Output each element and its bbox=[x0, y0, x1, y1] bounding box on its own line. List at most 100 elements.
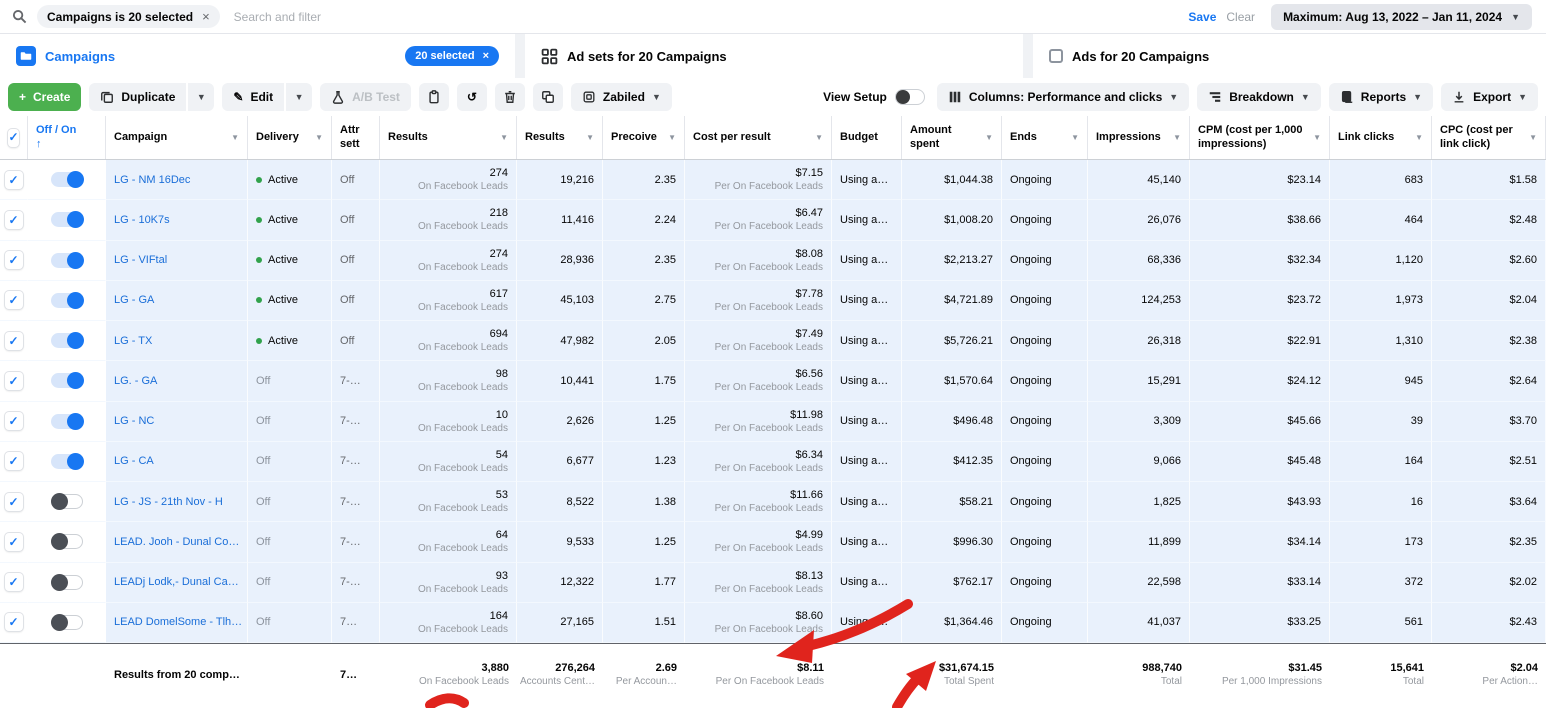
column-header-budget[interactable]: Budget bbox=[832, 116, 902, 159]
rules-dropdown[interactable]: Zabiled ▼ bbox=[571, 83, 672, 111]
selected-count-badge[interactable]: 20 selected × bbox=[405, 46, 499, 66]
date-range-selector[interactable]: Maximum: Aug 13, 2022 – Jan 11, 2024 ▼ bbox=[1271, 4, 1532, 30]
filter-chip[interactable]: Campaigns is 20 selected × bbox=[37, 5, 220, 28]
create-button[interactable]: + Create bbox=[8, 83, 81, 111]
row-checkbox[interactable]: ✓ bbox=[0, 522, 28, 562]
column-header-amount-spent[interactable]: Amount spent▼ bbox=[902, 116, 1002, 159]
row-toggle[interactable] bbox=[51, 575, 83, 590]
close-icon[interactable]: × bbox=[483, 50, 489, 62]
campaign-name-link[interactable]: LG - NC bbox=[114, 415, 239, 427]
campaign-name-link[interactable]: LG - 10K7s bbox=[114, 214, 239, 226]
breakdown-dropdown[interactable]: Breakdown ▼ bbox=[1197, 83, 1321, 111]
campaign-name-link[interactable]: LG - GA bbox=[114, 294, 239, 306]
row-toggle[interactable] bbox=[51, 373, 83, 388]
attr-setting-value: Off bbox=[340, 254, 371, 266]
delete-button[interactable] bbox=[495, 83, 525, 111]
column-header-link-clicks[interactable]: Link clicks▼ bbox=[1330, 116, 1432, 159]
tab-campaigns-label: Campaigns bbox=[45, 49, 115, 64]
reports-dropdown[interactable]: Reports ▼ bbox=[1329, 83, 1433, 111]
column-label: Precoive bbox=[611, 131, 657, 145]
check-icon: ✓ bbox=[5, 372, 23, 390]
row-checkbox[interactable]: ✓ bbox=[0, 402, 28, 442]
row-toggle[interactable] bbox=[51, 333, 83, 348]
column-header-delivery[interactable]: Delivery▼ bbox=[248, 116, 332, 159]
tab-adsets[interactable]: Ad sets for 20 Campaigns bbox=[525, 34, 1023, 78]
row-toggle[interactable] bbox=[51, 293, 83, 308]
close-icon[interactable]: × bbox=[202, 9, 210, 24]
check-icon: ✓ bbox=[5, 251, 23, 269]
attr-setting-value: 7-… bbox=[340, 576, 371, 588]
row-checkbox[interactable]: ✓ bbox=[0, 482, 28, 522]
select-all-checkbox[interactable]: ✓ bbox=[0, 116, 28, 159]
trash-icon bbox=[503, 90, 517, 104]
row-checkbox[interactable]: ✓ bbox=[0, 281, 28, 321]
amount-spent-cell: $762.17 bbox=[902, 563, 1002, 603]
tab-campaigns[interactable]: Campaigns 20 selected × bbox=[0, 34, 515, 78]
column-header-cost-per-result[interactable]: Cost per result▼ bbox=[685, 116, 832, 159]
column-header-results-2[interactable]: Results▼ bbox=[517, 116, 603, 159]
campaign-name-link[interactable]: LEAD. Jooh - Dunal Co… bbox=[114, 536, 239, 548]
row-toggle[interactable] bbox=[51, 454, 83, 469]
row-checkbox[interactable]: ✓ bbox=[0, 563, 28, 603]
row-toggle[interactable] bbox=[51, 172, 83, 187]
campaign-name-link[interactable]: LG - JS - 21th Nov - H bbox=[114, 496, 239, 508]
tab-ads[interactable]: Ads for 20 Campaigns bbox=[1033, 34, 1546, 78]
campaign-name-link[interactable]: LG - VIFtal bbox=[114, 254, 239, 266]
cost-per-result-cell: $11.66Per On Facebook Leads bbox=[685, 482, 832, 522]
row-toggle[interactable] bbox=[51, 212, 83, 227]
campaign-name-link[interactable]: LG - NM 16Dec bbox=[114, 174, 239, 186]
row-toggle[interactable] bbox=[51, 414, 83, 429]
column-header-results[interactable]: Results▼ bbox=[380, 116, 517, 159]
check-icon: ✓ bbox=[8, 129, 19, 147]
column-header-cpm[interactable]: CPM (cost per 1,000 impressions)▼ bbox=[1190, 116, 1330, 159]
column-header-impressions[interactable]: Impressions▼ bbox=[1088, 116, 1190, 159]
row-checkbox[interactable]: ✓ bbox=[0, 603, 28, 643]
row-checkbox[interactable]: ✓ bbox=[0, 442, 28, 482]
column-header-attr-setting[interactable]: Attr sett bbox=[332, 116, 380, 159]
campaign-name-link[interactable]: LEADj Lodk,- Dunal Ca… bbox=[114, 576, 239, 588]
pages-button[interactable] bbox=[533, 83, 563, 111]
edit-dropdown-button[interactable]: ▼ bbox=[286, 83, 312, 111]
row-toggle[interactable] bbox=[51, 494, 83, 509]
sort-caret-icon: ▼ bbox=[1313, 133, 1321, 143]
row-toggle[interactable] bbox=[51, 534, 83, 549]
row-checkbox[interactable]: ✓ bbox=[0, 321, 28, 361]
column-header-ends[interactable]: Ends▼ bbox=[1002, 116, 1088, 159]
cost-per-result-cell: $4.99Per On Facebook Leads bbox=[685, 522, 832, 562]
delivery-label: Off bbox=[256, 496, 270, 508]
row-toggle[interactable] bbox=[51, 253, 83, 268]
campaign-name-link[interactable]: LG - TX bbox=[114, 335, 239, 347]
row-toggle[interactable] bbox=[51, 615, 83, 630]
export-dropdown[interactable]: Export ▼ bbox=[1441, 83, 1538, 111]
column-header-precoive[interactable]: Precoive▼ bbox=[603, 116, 685, 159]
ab-test-button[interactable]: A/B Test bbox=[320, 83, 411, 111]
clear-button[interactable]: Clear bbox=[1226, 10, 1255, 24]
columns-dropdown[interactable]: Columns: Performance and clicks ▼ bbox=[937, 83, 1189, 111]
campaign-name-link[interactable]: LEAD DomelSome - Tlh… bbox=[114, 616, 239, 628]
campaign-name-link[interactable]: LG - CA bbox=[114, 455, 239, 467]
clipboard-button[interactable] bbox=[419, 83, 449, 111]
amount-spent-cell: $1,044.38 bbox=[902, 160, 1002, 200]
row-checkbox[interactable]: ✓ bbox=[0, 160, 28, 200]
duplicate-button[interactable]: Duplicate bbox=[89, 83, 186, 111]
column-header-cpc[interactable]: CPC (cost per link click)▼ bbox=[1432, 116, 1546, 159]
row-checkbox[interactable]: ✓ bbox=[0, 200, 28, 240]
attr-setting-value: Off bbox=[340, 294, 371, 306]
view-setup-toggle[interactable]: View Setup bbox=[823, 89, 925, 105]
footer-results: 3,880On Facebook Leads bbox=[380, 644, 517, 705]
table-row: ✓ LG - NM 16Dec Active Off 274On Faceboo… bbox=[0, 160, 1546, 200]
table-row: ✓ LG - JS - 21th Nov - H Off 7-… 53On Fa… bbox=[0, 482, 1546, 522]
toggle-off-icon[interactable] bbox=[895, 89, 925, 105]
row-checkbox[interactable]: ✓ bbox=[0, 361, 28, 401]
column-header-campaign[interactable]: Campaign▼ bbox=[106, 116, 248, 159]
undo-button[interactable]: ↺ bbox=[457, 83, 487, 111]
save-button[interactable]: Save bbox=[1188, 10, 1216, 24]
attr-setting-value: 7-… bbox=[340, 455, 371, 467]
edit-button[interactable]: ✎ Edit bbox=[222, 83, 284, 111]
row-checkbox[interactable]: ✓ bbox=[0, 241, 28, 281]
campaign-name-link[interactable]: LG. - GA bbox=[114, 375, 239, 387]
search-input[interactable]: Search and filter bbox=[234, 10, 321, 24]
column-header-off-on[interactable]: Off / On ↑ bbox=[28, 116, 106, 159]
duplicate-dropdown-button[interactable]: ▼ bbox=[188, 83, 214, 111]
footer-amount-spent: $31,674.15Total Spent bbox=[902, 644, 1002, 705]
